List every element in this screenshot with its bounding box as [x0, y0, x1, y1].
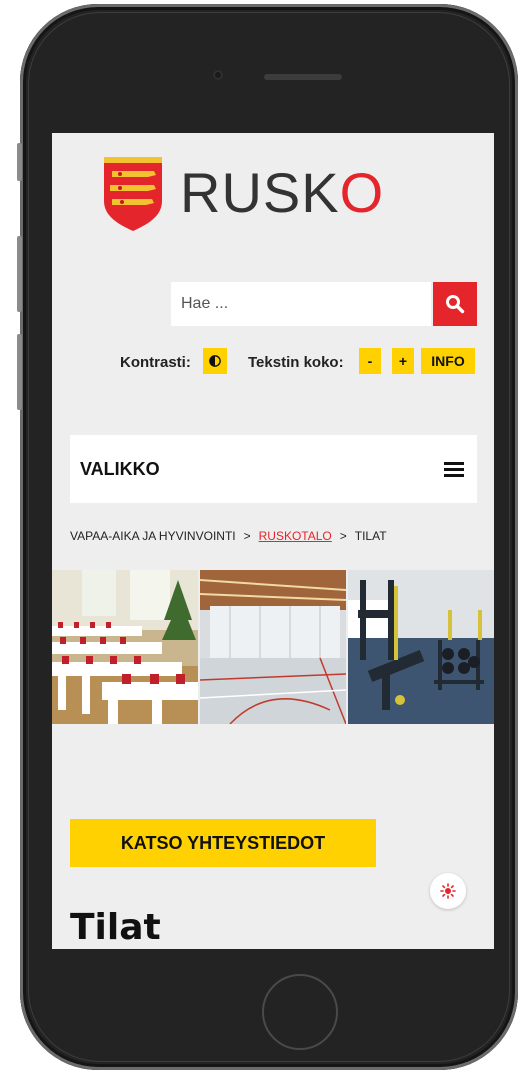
sports-hall-photo [200, 570, 346, 724]
menu-bar[interactable]: VALIKKO [70, 435, 477, 503]
breadcrumb-separator: > [243, 529, 251, 543]
floating-widget-button[interactable] [430, 873, 466, 909]
screen: RUSKO Kontrasti: Tekstin koko: - + INFO … [52, 133, 494, 949]
camera-icon [213, 70, 223, 80]
accessibility-bar: Kontrasti: Tekstin koko: - + INFO [52, 348, 477, 376]
mute-switch[interactable] [17, 143, 22, 181]
contact-info-button[interactable]: KATSO YHTEYSTIEDOT [70, 819, 376, 867]
banquet-hall-photo [52, 570, 198, 724]
contrast-icon [209, 355, 221, 367]
info-button[interactable]: INFO [421, 348, 475, 374]
search-icon [446, 295, 465, 314]
photo-gallery [52, 570, 494, 724]
text-increase-button[interactable]: + [392, 348, 414, 374]
text-decrease-button[interactable]: - [359, 348, 381, 374]
breadcrumb-item-current: TILAT [354, 529, 387, 543]
text-size-label: Tekstin koko: [248, 354, 344, 371]
logo-text: RUSKO [180, 161, 385, 224]
breadcrumb: VAPAA-AIKA JA HYVINVOINTI > RUSKOTALO > TILA… [70, 529, 387, 543]
breadcrumb-separator: > [339, 529, 347, 543]
contrast-toggle-button[interactable] [203, 348, 227, 374]
breadcrumb-item-ruskotalo[interactable]: RUSKOTALO [259, 529, 332, 543]
coat-of-arms-icon [104, 157, 162, 231]
sun-icon [440, 883, 456, 899]
volume-down-button[interactable] [17, 334, 22, 410]
menu-label: VALIKKO [80, 459, 160, 479]
search-input[interactable] [171, 282, 431, 326]
gym-photo [348, 570, 494, 724]
search-button[interactable] [433, 282, 477, 326]
volume-up-button[interactable] [17, 236, 22, 312]
speaker-grille [264, 74, 342, 80]
search-bar [171, 282, 477, 326]
page-title: Tilat [70, 907, 161, 948]
breadcrumb-item-vapaa-aika[interactable]: VAPAA-AIKA JA HYVINVOINTI [70, 529, 236, 543]
site-logo[interactable]: RUSKO [98, 153, 428, 231]
home-button[interactable] [262, 974, 338, 1050]
hamburger-icon[interactable] [444, 462, 464, 478]
contrast-label: Kontrasti: [120, 354, 191, 371]
